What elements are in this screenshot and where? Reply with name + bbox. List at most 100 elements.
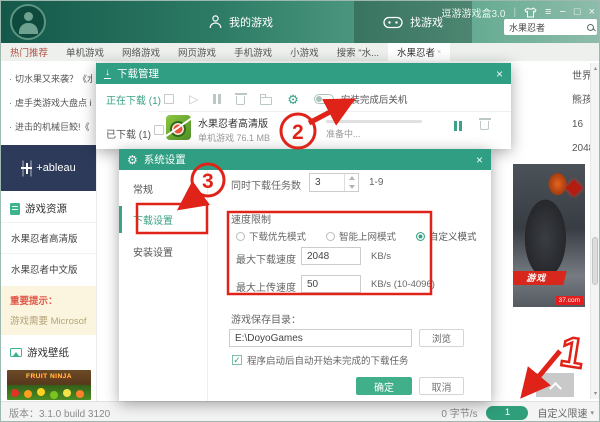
delete-icon[interactable] xyxy=(234,93,247,105)
back-to-top-button[interactable] xyxy=(536,373,574,397)
news-item[interactable]: 切水果又来袭？《水 xyxy=(9,67,92,91)
titlebar-divider: | xyxy=(513,7,517,18)
concurrent-tasks-input[interactable] xyxy=(310,174,344,191)
nav-web-games[interactable]: 网页游戏 xyxy=(169,43,225,61)
stepper-down-icon[interactable] xyxy=(345,183,358,192)
autostart-row: ✓ 程序启动后自动开始未完成的下载任务 xyxy=(232,353,409,367)
scroll-down-icon[interactable]: ▾ xyxy=(591,390,599,397)
radio-icon xyxy=(326,231,336,241)
settings-tab-download[interactable]: 下载设置 xyxy=(133,212,173,227)
radio-label: 下载优先模式 xyxy=(249,232,307,243)
concurrent-range-hint: 1-9 xyxy=(369,177,384,188)
max-upload-input[interactable] xyxy=(301,275,361,293)
info-fragment: 2048 xyxy=(572,143,595,154)
right-content-panel: 世界 熊孩子 16 2048 游戏 37.com xyxy=(506,61,599,401)
scrollbar[interactable]: ▴ ▾ xyxy=(590,63,599,399)
shutdown-toggle-label: 安装完成后关机 xyxy=(340,95,408,106)
select-all-checkbox[interactable] xyxy=(164,94,174,104)
download-dialog-close-icon[interactable]: × xyxy=(496,67,503,81)
sidebar: 切水果又来袭？《水 虐手类游戏大盘点 i 进击的机械巨鲛!《 +ableau 游… xyxy=(1,61,97,401)
scroll-up-icon[interactable]: ▴ xyxy=(591,65,599,72)
notice-title: 重要提示： xyxy=(10,296,58,307)
news-item[interactable]: 虐手类游戏大盘点 i xyxy=(9,91,92,115)
nav-hot[interactable]: 热门推荐 xyxy=(1,43,57,61)
minimize-icon[interactable]: − xyxy=(559,7,565,18)
resume-icon[interactable]: ▷ xyxy=(189,93,198,105)
nav-search-tab[interactable]: 搜索 "水... xyxy=(328,43,388,61)
tab-find-games-label: 找游戏 xyxy=(410,17,443,29)
speed-limit-legend: 速度限制 xyxy=(231,215,271,226)
resource-link-hd[interactable]: 水果忍者高清版 xyxy=(1,222,96,253)
stepper-up-icon[interactable] xyxy=(345,174,358,183)
tab-downloaded[interactable]: 已下载 (1) xyxy=(106,126,151,141)
ok-button[interactable]: 确定 xyxy=(356,377,412,395)
radio-icon xyxy=(236,231,245,241)
autostart-label: 程序启动后自动开始未完成的下载任务 xyxy=(247,356,409,367)
status-bar: 版本：3.1.0 build 3120 0 字节/s 1 自定义限速 ▾ xyxy=(1,401,599,421)
obscured-info-list: 世界 熊孩子 16 2048 xyxy=(506,61,599,161)
shutdown-toggle[interactable] xyxy=(313,94,334,104)
speed-mode-radios: 下载优先模式 智能上网模式 自定义模式 xyxy=(236,229,477,243)
game-wallpaper-title: 游戏壁纸 xyxy=(27,347,69,359)
tab-downloading[interactable]: 正在下载 (1) xyxy=(106,92,161,107)
save-dir-input[interactable] xyxy=(229,329,412,347)
nav-mini-games[interactable]: 小游戏 xyxy=(281,43,328,61)
settings-dialog-title: 系统设置 xyxy=(143,154,186,166)
download-item-meta: 单机游戏 76.1 MB xyxy=(198,133,271,143)
menu-icon[interactable]: ≡ xyxy=(545,7,551,18)
scrollbar-thumb[interactable] xyxy=(592,237,598,285)
app-header: 我的游戏 找游戏 逗游游戏盒3.0 | ≡ − □ × xyxy=(1,1,599,43)
download-queue-pill[interactable]: 1 xyxy=(486,405,529,420)
tableau-ad-banner[interactable]: +ableau xyxy=(1,145,96,191)
max-download-unit: KB/s xyxy=(371,251,392,262)
settings-tab-install[interactable]: 安装设置 xyxy=(133,244,173,259)
resource-link-cn[interactable]: 水果忍者中文版 xyxy=(1,253,96,284)
wallpaper-thumbnail[interactable]: FRUIT NINJA xyxy=(7,370,91,400)
poster-rune-decoration xyxy=(565,179,583,197)
tab-close-icon[interactable]: × xyxy=(437,49,441,56)
avatar-person-icon-body xyxy=(19,23,38,34)
avatar[interactable] xyxy=(10,4,46,40)
concurrent-tasks-stepper xyxy=(309,173,359,192)
tab-my-games[interactable]: 我的游戏 xyxy=(161,1,321,43)
window-close-icon[interactable]: × xyxy=(589,7,595,18)
news-list: 切水果又来袭？《水 虐手类游戏大盘点 i 进击的机械巨鲛!《 xyxy=(1,61,96,141)
game-ad-poster[interactable]: 游戏 37.com xyxy=(513,164,585,307)
autostart-checkbox[interactable]: ✓ xyxy=(232,355,242,365)
maximize-icon[interactable]: □ xyxy=(574,7,581,18)
nav-mobile-games[interactable]: 手机游戏 xyxy=(225,43,281,61)
item-checkbox[interactable] xyxy=(154,125,164,135)
system-settings-dialog: ⚙ 系统设置 × 常规 下载设置 安装设置 同时下载任务数 1-9 速度限制 下… xyxy=(119,149,491,401)
radio-smart-mode[interactable]: 智能上网模式 xyxy=(326,229,396,243)
concurrent-tasks-label: 同时下载任务数 xyxy=(231,181,301,192)
radio-label: 智能上网模式 xyxy=(339,232,397,243)
settings-dialog-close-icon[interactable]: × xyxy=(476,153,483,167)
game-wallpaper-header: 游戏壁纸 xyxy=(1,335,96,366)
gamepad-icon xyxy=(383,16,403,28)
browse-button[interactable]: 浏览 xyxy=(419,329,464,347)
nav-pc-games[interactable]: 单机游戏 xyxy=(57,43,113,61)
settings-tab-general[interactable]: 常规 xyxy=(133,181,153,196)
search-icon[interactable] xyxy=(587,23,594,31)
cancel-button[interactable]: 取消 xyxy=(419,377,464,395)
statusbar-right: 0 字节/s 1 自定义限速 ▾ xyxy=(441,405,599,420)
nav-online-games[interactable]: 网络游戏 xyxy=(113,43,169,61)
pause-icon[interactable] xyxy=(213,94,217,104)
radio-download-priority[interactable]: 下载优先模式 xyxy=(236,229,306,243)
active-tab-indicator xyxy=(119,206,122,233)
skin-shirt-icon[interactable] xyxy=(524,7,537,18)
search-input[interactable] xyxy=(509,22,587,32)
download-toolbar: ▷ ⚙ 安装完成后关机 xyxy=(164,90,407,108)
game-resources-title: 游戏资源 xyxy=(25,203,67,215)
open-folder-icon[interactable] xyxy=(260,94,273,105)
speed-limit-dropdown[interactable]: 自定义限速 ▾ xyxy=(537,405,594,420)
nav-fruit-ninja-tab[interactable]: 水果忍者 × xyxy=(388,43,451,61)
settings-gear-icon[interactable]: ⚙ xyxy=(287,93,299,106)
item-delete-icon[interactable] xyxy=(478,118,491,130)
avatar-person-icon xyxy=(24,12,33,21)
max-download-input[interactable] xyxy=(301,247,361,265)
news-item[interactable]: 进击的机械巨鲛!《 xyxy=(9,115,92,139)
radio-custom-mode[interactable]: 自定义模式 xyxy=(416,229,477,243)
item-pause-icon[interactable] xyxy=(454,121,457,131)
download-dialog-title: 下载管理 xyxy=(117,68,159,80)
